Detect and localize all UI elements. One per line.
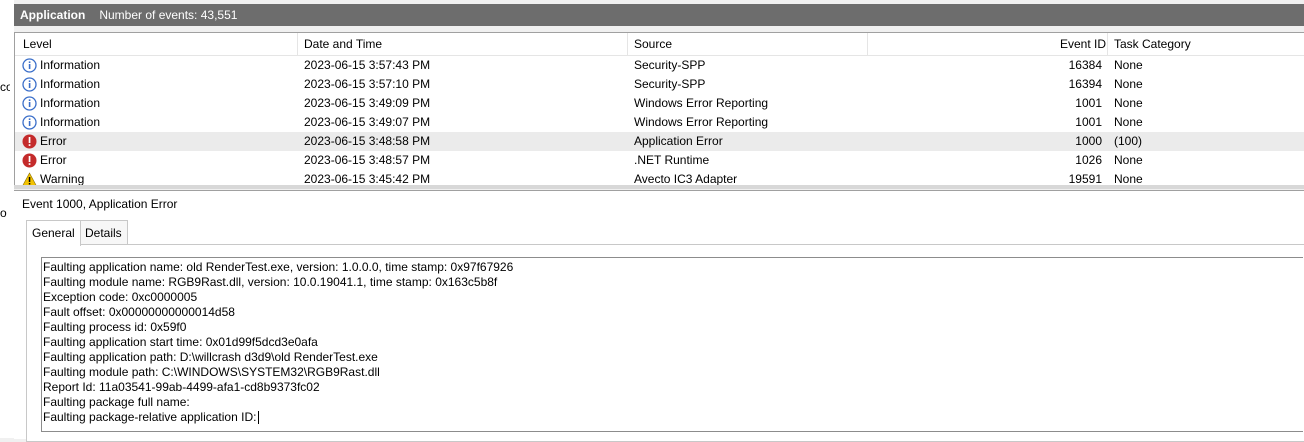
description-line: Faulting process id: 0x59f0: [43, 320, 187, 334]
event-date-time: 2023-06-15 3:49:09 PM: [304, 96, 431, 110]
event-id: 16394: [1068, 77, 1102, 91]
event-id: 1000: [1075, 134, 1102, 148]
event-list[interactable]: Level Date and Time Source Event ID Task…: [14, 32, 1304, 186]
event-source: Security-SPP: [634, 77, 706, 91]
event-task-category: None: [1114, 172, 1143, 186]
event-row[interactable]: Error 2023-06-15 3:48:57 PM .NET Runtime 10…: [15, 151, 1304, 170]
description-line: Faulting application path: D:\willcrash …: [43, 350, 378, 364]
description-line: Faulting module path: C:\WINDOWS\SYSTEM3…: [43, 365, 380, 379]
event-row[interactable]: Information 2023-06-15 3:49:07 PM Windows …: [15, 113, 1304, 132]
column-source[interactable]: Source: [634, 37, 672, 51]
event-date-time: 2023-06-15 3:57:10 PM: [304, 77, 431, 91]
description-line: Report Id: 11a03541-99ab-4499-afa1-cd8b9…: [43, 380, 320, 394]
information-icon: [22, 96, 37, 111]
description-line: Faulting application start time: 0x01d99…: [43, 335, 318, 349]
event-id: 1026: [1075, 153, 1102, 167]
event-task-category: None: [1114, 77, 1143, 91]
event-task-category: None: [1114, 153, 1143, 167]
event-id: 1001: [1075, 96, 1102, 110]
event-id: 16384: [1068, 58, 1102, 72]
error-icon: [22, 153, 37, 168]
event-row[interactable]: Information 2023-06-15 3:57:10 PM Security…: [15, 75, 1304, 94]
detail-tabs: General Details Faulting application nam…: [26, 220, 1304, 442]
column-task-category[interactable]: Task Category: [1114, 37, 1191, 51]
event-date-time: 2023-06-15 3:48:58 PM: [304, 134, 431, 148]
left-pane-fragment: o: [0, 206, 7, 220]
event-detail-pane: Event 1000, Application Error General De…: [14, 190, 1304, 442]
event-task-category: None: [1114, 96, 1143, 110]
event-id: 19591: [1068, 172, 1102, 186]
event-row[interactable]: Warning 2023-06-15 3:45:42 PM Avecto IC3 A…: [15, 170, 1304, 186]
column-header: Level Date and Time Source Event ID Task…: [15, 33, 1304, 56]
event-source: Application Error: [634, 134, 723, 148]
column-level[interactable]: Level: [23, 37, 52, 51]
event-level: Information: [40, 96, 101, 110]
event-level: Error: [40, 134, 67, 148]
description-line-text: Faulting package-relative application ID…: [43, 410, 257, 424]
tab-general[interactable]: General: [26, 220, 81, 246]
event-row[interactable]: Error 2023-06-15 3:48:58 PM Application Er…: [15, 132, 1304, 151]
log-header-bar: Application Number of events: 43,551: [14, 4, 1304, 26]
event-id: 1001: [1075, 115, 1102, 129]
information-icon: [22, 58, 37, 73]
general-tab-body: Faulting application name: old RenderTes…: [26, 244, 1304, 442]
event-count: Number of events: 43,551: [99, 8, 238, 22]
left-pane-fragment: co: [0, 80, 10, 94]
event-date-time: 2023-06-15 3:48:57 PM: [304, 153, 431, 167]
description-line: Faulting package full name:: [43, 395, 190, 409]
description-line: Faulting module name: RGB9Rast.dll, vers…: [43, 275, 498, 289]
information-icon: [22, 77, 37, 92]
event-level: Information: [40, 58, 101, 72]
event-date-time: 2023-06-15 3:57:43 PM: [304, 58, 431, 72]
warning-icon: [22, 172, 37, 185]
left-pane-edge: co o: [0, 0, 14, 438]
pane-splitter[interactable]: [14, 185, 1304, 189]
event-date-time: 2023-06-15 3:49:07 PM: [304, 115, 431, 129]
information-icon: [22, 115, 37, 130]
event-level: Information: [40, 115, 101, 129]
column-event-id[interactable]: Event ID: [1060, 37, 1106, 51]
tab-details[interactable]: Details: [79, 220, 128, 245]
event-row[interactable]: Information 2023-06-15 3:57:43 PM Security…: [15, 56, 1304, 75]
event-task-category: (100): [1114, 134, 1143, 148]
description-line: Exception code: 0xc0000005: [43, 290, 198, 304]
text-caret: [258, 411, 260, 425]
event-source: .NET Runtime: [634, 153, 710, 167]
event-source: Windows Error Reporting: [634, 115, 769, 129]
log-name: Application: [20, 8, 86, 22]
event-row[interactable]: Information 2023-06-15 3:49:09 PM Windows …: [15, 94, 1304, 113]
event-task-category: None: [1114, 58, 1143, 72]
event-level: Error: [40, 153, 67, 167]
event-description-textbox[interactable]: Faulting application name: old RenderTes…: [41, 257, 1303, 432]
description-line: Fault offset: 0x00000000000014d58: [43, 305, 235, 319]
error-icon: [22, 134, 37, 149]
event-level: Warning: [40, 172, 85, 186]
event-source: Windows Error Reporting: [634, 96, 769, 110]
event-level: Information: [40, 77, 101, 91]
description-line: Faulting package-relative application ID…: [43, 410, 1303, 425]
event-source: Avecto IC3 Adapter: [634, 172, 738, 186]
description-line: Faulting application name: old RenderTes…: [43, 260, 514, 274]
column-date-time[interactable]: Date and Time: [304, 37, 382, 51]
event-task-category: None: [1114, 115, 1143, 129]
event-date-time: 2023-06-15 3:45:42 PM: [304, 172, 431, 186]
event-source: Security-SPP: [634, 58, 706, 72]
event-detail-title: Event 1000, Application Error: [22, 197, 178, 211]
